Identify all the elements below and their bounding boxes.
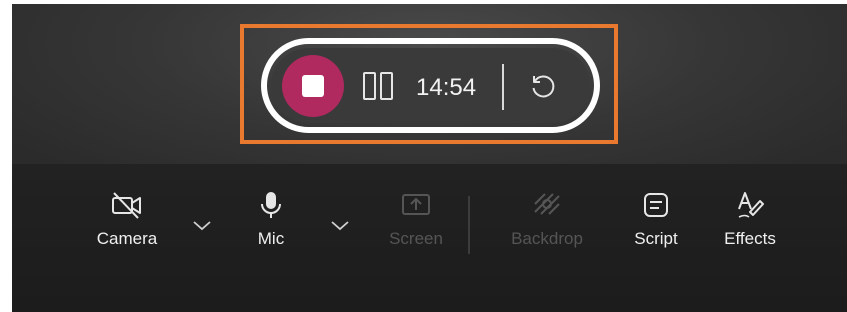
pause-icon-bar (380, 72, 393, 100)
backdrop-label: Backdrop (511, 229, 583, 248)
camera-button[interactable]: Camera (95, 190, 159, 260)
mic-options-dropdown[interactable] (329, 218, 351, 234)
retake-button[interactable] (528, 72, 558, 102)
chevron-down-icon (331, 221, 349, 231)
camera-options-dropdown[interactable] (191, 218, 213, 234)
effects-label: Effects (724, 229, 776, 248)
screen-label: Screen (389, 229, 443, 248)
effects-button[interactable]: Effects (718, 190, 782, 260)
camera-off-icon (112, 192, 141, 219)
microphone-icon (261, 192, 281, 218)
script-button[interactable]: Script (628, 190, 684, 260)
backdrop-icon (534, 193, 560, 215)
pause-button[interactable] (360, 70, 396, 102)
camera-label: Camera (96, 229, 158, 248)
screen-button[interactable]: Screen (384, 190, 448, 260)
stop-recording-button[interactable] (282, 55, 344, 117)
backdrop-button[interactable]: Backdrop (506, 190, 588, 260)
screen-share-icon (402, 194, 430, 215)
stop-icon (302, 75, 324, 97)
chevron-down-icon (193, 221, 211, 231)
controls-divider (502, 64, 504, 110)
mic-button[interactable]: Mic (243, 190, 299, 260)
rotate-ccw-icon (532, 75, 555, 98)
pen-effects-icon (738, 192, 764, 218)
mic-label: Mic (257, 229, 285, 248)
pause-icon (363, 72, 376, 100)
script-label: Script (634, 229, 678, 248)
toolbar-divider (468, 196, 470, 254)
recording-timer: 14:54 (416, 74, 477, 101)
script-note-icon (644, 193, 668, 217)
